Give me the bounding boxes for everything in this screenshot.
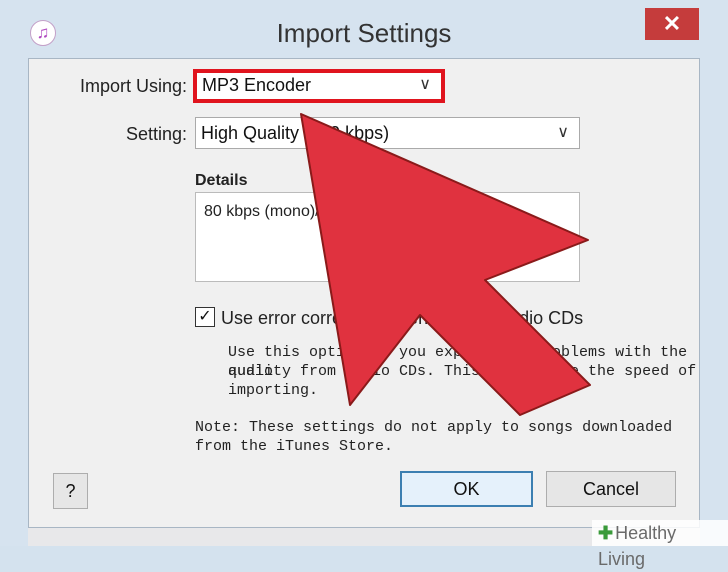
pointer-arrow-overlay	[300, 113, 591, 416]
red-arrow-icon	[300, 113, 591, 416]
watermark: ✚ Healthy Living	[592, 520, 728, 569]
leaf-icon: ✚	[598, 523, 614, 543]
